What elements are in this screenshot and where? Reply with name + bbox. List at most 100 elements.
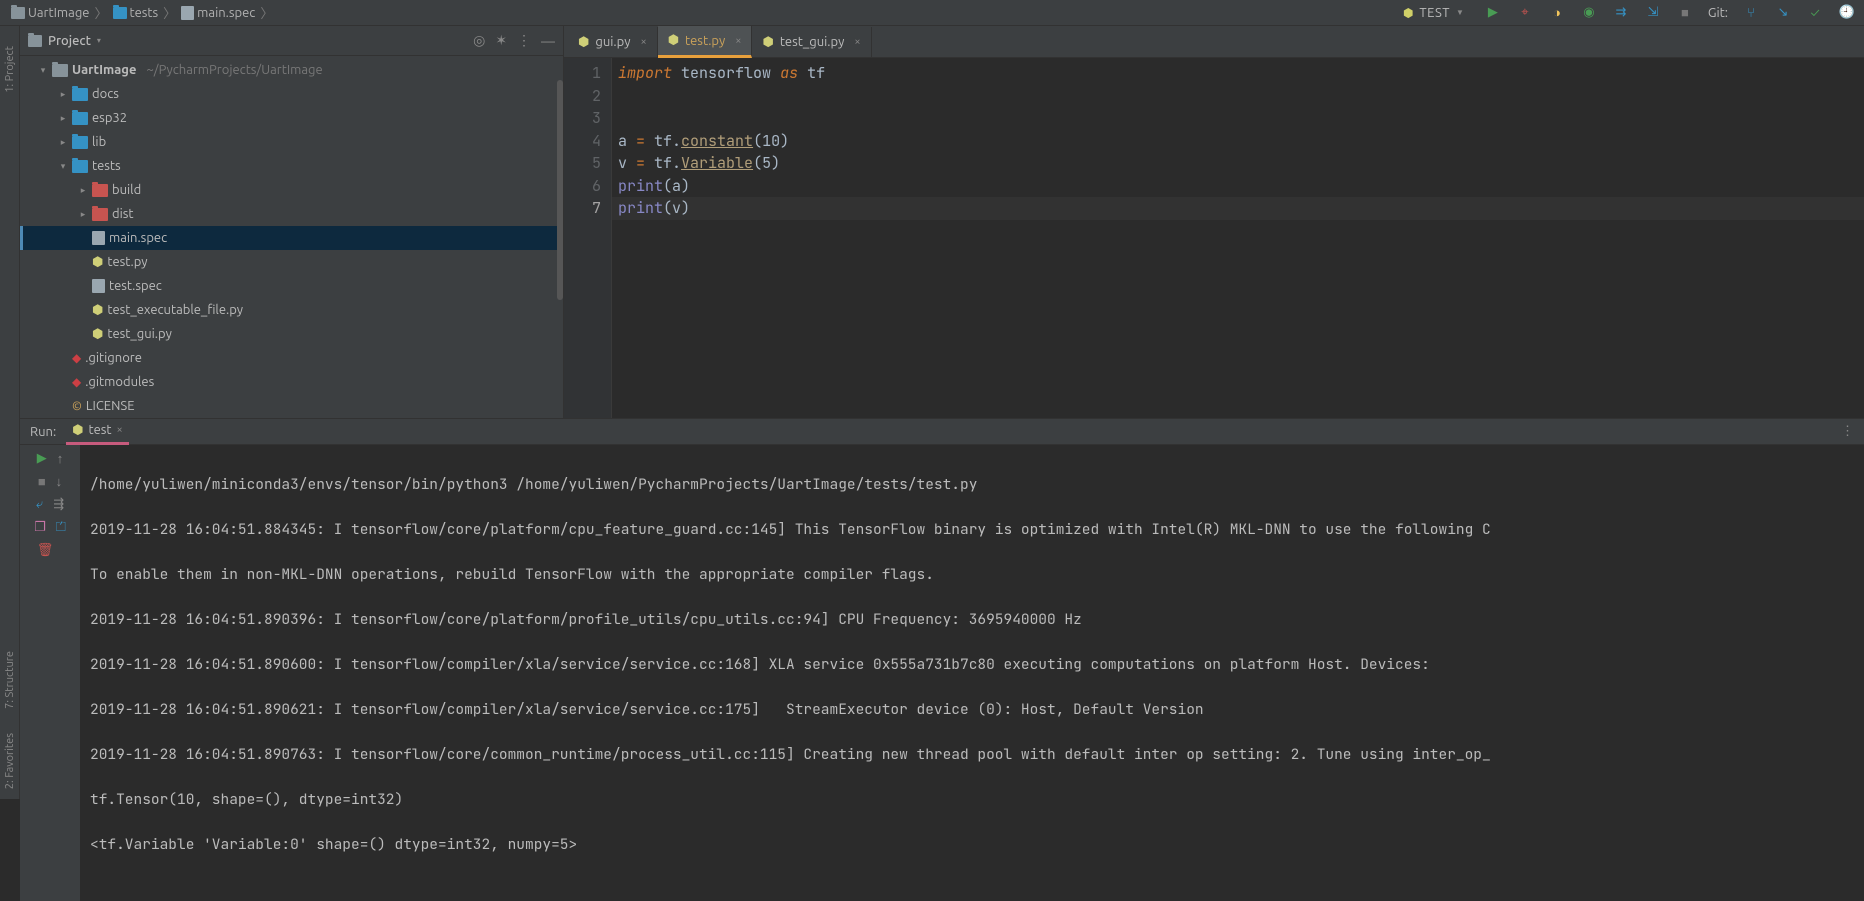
breadcrumb-project[interactable]: UartImage (8, 6, 92, 20)
close-icon[interactable]: × (640, 36, 646, 48)
project-view-title[interactable]: Project (48, 34, 91, 48)
close-icon[interactable]: × (854, 36, 860, 48)
scroll-to-end-button[interactable]: ⏍ (56, 520, 66, 535)
run-config-name: TEST (1419, 6, 1450, 20)
python-file-icon: ⬢ (578, 36, 589, 49)
editor-tabs: ⬢ gui.py × ⬢ test.py × ⬢ test_gui.py × (564, 26, 1864, 58)
python-icon: ⬢ (72, 424, 83, 437)
expand-icon[interactable]: ▸ (58, 113, 68, 124)
project-tree[interactable]: ▾ UartImage ~/PycharmProjects/UartImage … (20, 56, 563, 418)
tree-item-dist[interactable]: ▸ dist (20, 202, 563, 226)
git-branch-icon[interactable]: ⑂ (1742, 4, 1760, 22)
tab-gui-py[interactable]: ⬢ gui.py × (568, 27, 658, 57)
run-tab-test[interactable]: ⬢ test × (66, 419, 129, 445)
print-button[interactable]: ❐ (34, 520, 46, 535)
chevron-right-icon: 〉 (163, 3, 176, 22)
run-title: Run: (30, 425, 56, 439)
close-icon[interactable]: × (117, 424, 123, 436)
filter-button[interactable]: ⇶ (53, 497, 64, 512)
settings-icon[interactable]: ⋮ (517, 32, 531, 49)
license-file-icon: © (72, 400, 82, 413)
clear-button[interactable]: 🗑 (37, 543, 54, 558)
chevron-right-icon: 〉 (94, 3, 107, 22)
python-file-icon: ⬢ (92, 328, 103, 341)
hide-icon[interactable]: — (541, 33, 555, 49)
tree-item-gitmodules[interactable]: ◆ .gitmodules (20, 370, 563, 394)
tree-item-test-exec[interactable]: ⬢ test_executable_file.py (20, 298, 563, 322)
profile-button[interactable]: ◉ (1580, 4, 1598, 22)
file-icon (92, 279, 105, 293)
project-tool-tab[interactable]: 1: Project (4, 46, 16, 93)
tree-item-build[interactable]: ▸ build (20, 178, 563, 202)
tab-test-py[interactable]: ⬢ test.py × (658, 26, 753, 58)
rerun-button[interactable]: ▶ (37, 451, 47, 466)
code-body[interactable]: import tensorflow as tf a = tf.constant(… (612, 58, 1864, 418)
git-history-icon[interactable]: 🕘 (1838, 4, 1856, 22)
tab-test-gui-py[interactable]: ⬢ test_gui.py × (752, 27, 871, 57)
python-file-icon: ⬢ (92, 256, 103, 269)
stop-button[interactable]: ■ (1676, 4, 1694, 22)
tree-item-license[interactable]: © LICENSE (20, 394, 563, 418)
git-label: Git: (1708, 6, 1728, 20)
run-button[interactable]: ▶ (1484, 4, 1502, 22)
console-line: 2019-11-28 16:04:51.884345: I tensorflow… (90, 519, 1864, 542)
expand-icon[interactable]: ▸ (58, 137, 68, 148)
tree-item-test-gui[interactable]: ⬢ test_gui.py (20, 322, 563, 346)
git-commit-icon[interactable]: ✓ (1806, 4, 1824, 22)
close-icon[interactable]: × (735, 35, 741, 47)
expand-icon[interactable]: ▸ (78, 209, 88, 220)
dropdown-icon[interactable]: ▾ (97, 36, 101, 45)
project-folder-icon (52, 64, 68, 77)
tree-item-test-spec[interactable]: test.spec (20, 274, 563, 298)
run-tool-window: Run: ⬢ test × ⋮ ▶ ↑ ■ ↓ (20, 418, 1864, 901)
up-stack-button[interactable]: ↑ (57, 451, 64, 466)
breadcrumb-folder[interactable]: tests (110, 6, 162, 20)
expand-icon[interactable]: ▸ (58, 89, 68, 100)
stop-button[interactable]: ■ (38, 474, 46, 489)
console-output[interactable]: /home/yuliwen/miniconda3/envs/tensor/bin… (80, 445, 1864, 901)
console-line: <tf.Variable 'Variable:0' shape=() dtype… (90, 834, 1864, 857)
dropdown-icon: ▼ (1456, 8, 1464, 17)
tree-item-esp32[interactable]: ▸ esp32 (20, 106, 563, 130)
breadcrumb-project-label: UartImage (28, 6, 89, 20)
coverage-button[interactable]: ◑ (1548, 4, 1566, 22)
tree-root-label: UartImage (72, 63, 136, 77)
tree-root[interactable]: ▾ UartImage ~/PycharmProjects/UartImage (20, 58, 563, 82)
tree-item-main-spec[interactable]: main.spec (20, 226, 563, 250)
git-update-icon[interactable]: ↘ (1774, 4, 1792, 22)
attach-button[interactable]: ⇲ (1644, 4, 1662, 22)
soft-wrap-button[interactable]: ⤶ (36, 497, 43, 512)
tree-item-lib[interactable]: ▸ lib (20, 130, 563, 154)
expand-icon[interactable]: ▾ (38, 65, 48, 76)
run-configuration-selector[interactable]: ⬢ TEST ▼ (1397, 4, 1470, 22)
project-tool-window: Project ▾ ◎ ✶ ⋮ — ▾ UartImage ~/PycharmP… (20, 26, 564, 418)
tree-item-tests[interactable]: ▾ tests (20, 154, 563, 178)
concurrency-button[interactable]: ⇉ (1612, 4, 1630, 22)
selection-bar (20, 226, 23, 250)
breadcrumb-file[interactable]: main.spec (178, 6, 258, 20)
code-editor[interactable]: 1 2 3 4 5 6 7 import tensorflow as tf a … (564, 58, 1864, 418)
down-stack-button[interactable]: ↓ (56, 474, 63, 489)
tree-item-gitignore[interactable]: ◆ .gitignore (20, 346, 563, 370)
expand-icon[interactable]: ▸ (78, 185, 88, 196)
tree-item-docs[interactable]: ▸ docs (20, 82, 563, 106)
git-file-icon: ◆ (72, 351, 81, 365)
expand-icon[interactable]: ▾ (58, 161, 68, 172)
locate-icon[interactable]: ◎ (473, 32, 485, 49)
favorites-tool-tab[interactable]: 2: Favorites (4, 733, 16, 789)
folder-icon (28, 35, 42, 47)
more-icon[interactable]: ⋮ (1841, 424, 1854, 439)
tests-folder-icon (72, 160, 88, 173)
debug-button[interactable]: ⌖ (1516, 4, 1534, 22)
tree-item-test-py[interactable]: ⬢ test.py (20, 250, 563, 274)
folder-icon (72, 112, 88, 125)
excluded-folder-icon (92, 184, 108, 197)
collapse-all-icon[interactable]: ✶ (495, 32, 507, 49)
file-icon (181, 6, 194, 20)
tab-label: test.py (685, 34, 725, 48)
scrollbar-thumb[interactable] (557, 80, 563, 300)
structure-tool-tab[interactable]: 7: Structure (4, 651, 16, 709)
line-number-gutter[interactable]: 1 2 3 4 5 6 7 (564, 58, 612, 418)
folder-icon (72, 88, 88, 101)
console-line: tf.Tensor(10, shape=(), dtype=int32) (90, 789, 1864, 812)
